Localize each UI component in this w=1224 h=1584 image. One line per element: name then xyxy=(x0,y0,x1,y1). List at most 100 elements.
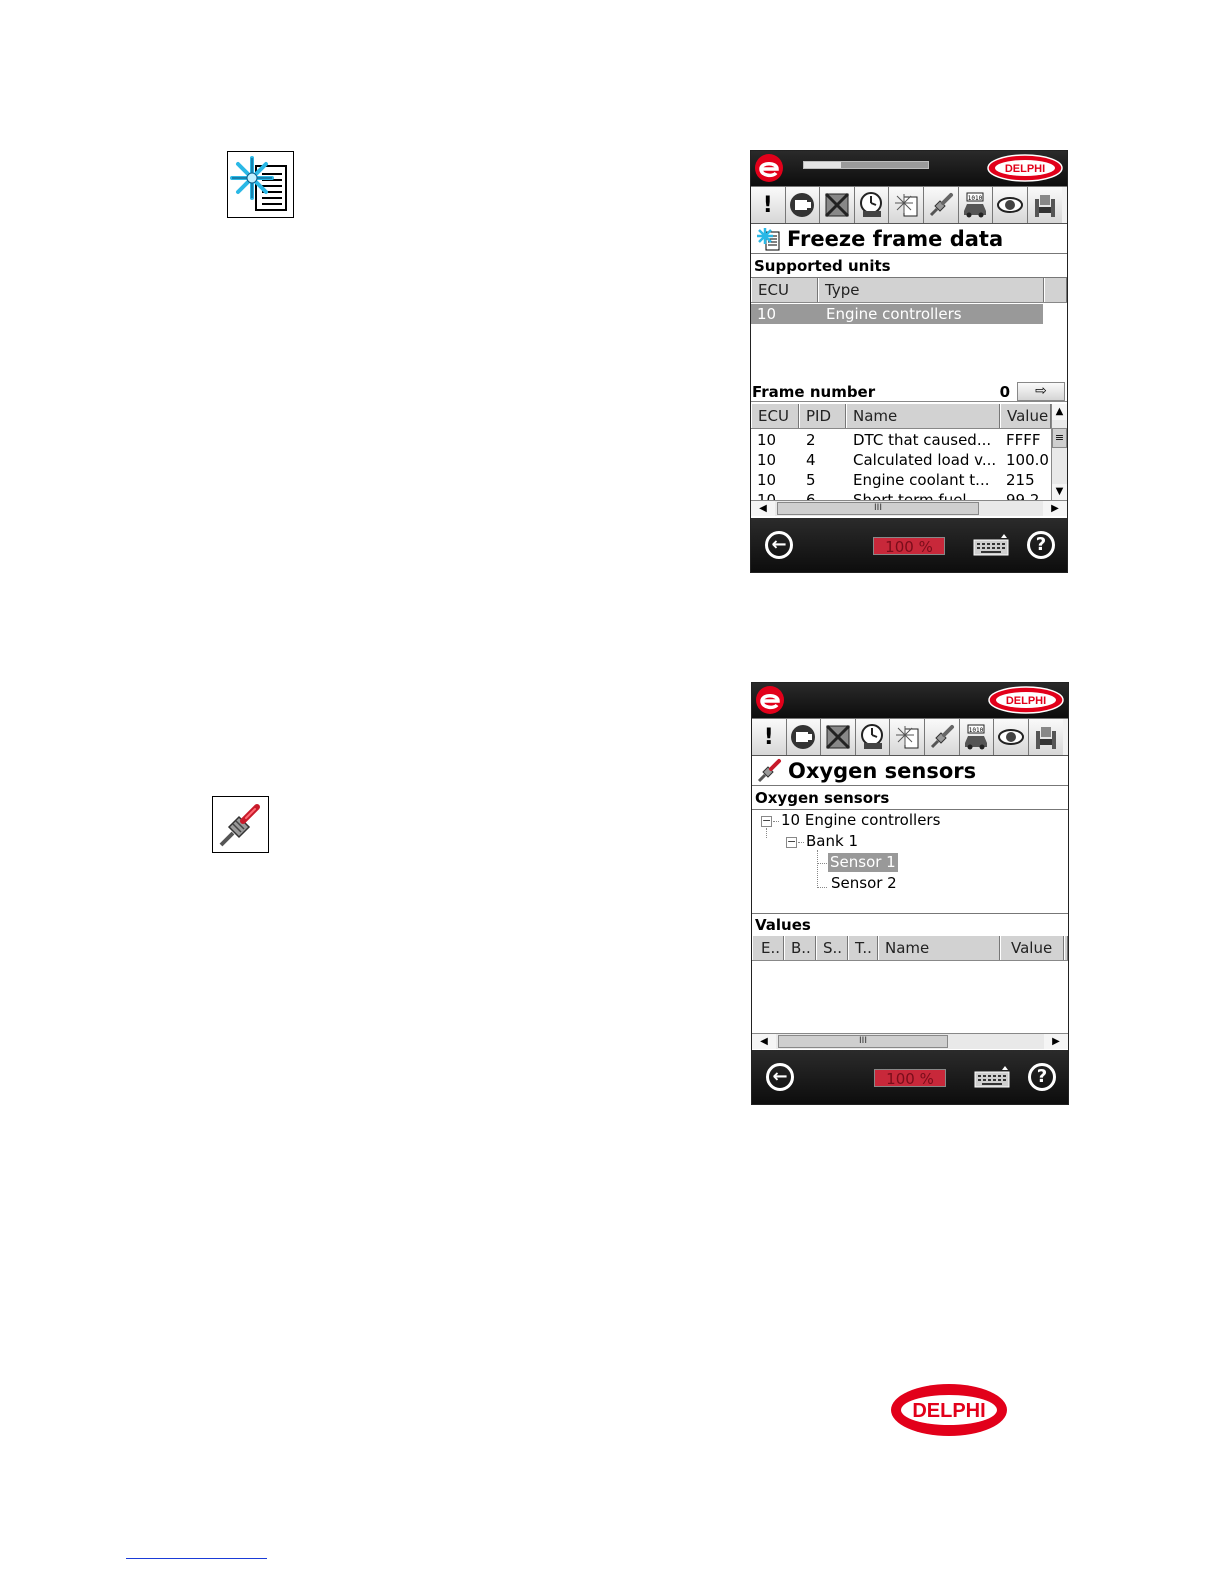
cell-name: Calculated load v... xyxy=(853,451,997,469)
col-test[interactable]: T.. xyxy=(848,936,878,960)
col-ecu[interactable]: ECU xyxy=(751,404,799,428)
car-data-icon: 1010 xyxy=(964,192,987,218)
table-row[interactable]: 10 Engine controllers xyxy=(751,304,1043,324)
cell-ecu: 10 xyxy=(757,451,777,469)
oxygen-sensor-large-icon xyxy=(212,796,269,853)
scroll-right-button[interactable]: ▶ xyxy=(1044,1034,1068,1049)
scroll-down-button[interactable]: ▼ xyxy=(1052,484,1067,500)
scroll-up-button[interactable]: ▲ xyxy=(1052,404,1067,420)
tree-connector xyxy=(798,842,804,843)
bottom-bar: ← 100 % ? xyxy=(752,1050,1068,1104)
scroll-thumb[interactable]: III xyxy=(777,502,979,515)
back-button[interactable]: ← xyxy=(766,1063,794,1091)
freeze-frame-button[interactable] xyxy=(890,719,925,755)
monitor-button[interactable] xyxy=(994,719,1029,755)
table-row[interactable]: 10 6 Short term fuel... 99.2 xyxy=(751,490,1051,500)
scroll-right-button[interactable]: ▶ xyxy=(1043,501,1067,516)
horizontal-scrollbar[interactable]: ◀ III ▶ xyxy=(752,1033,1068,1049)
cell-value: 215 xyxy=(1006,471,1035,489)
collapse-icon[interactable]: − xyxy=(761,815,772,827)
monitor-button[interactable] xyxy=(993,187,1028,223)
cell-pid: 4 xyxy=(806,451,816,469)
scroll-left-button[interactable]: ◀ xyxy=(752,1034,776,1049)
alert-button[interactable]: ! xyxy=(752,719,787,755)
footer-link-underline[interactable] xyxy=(126,1558,267,1559)
sensor-tree: − 10 Engine controllers − Bank 1 Sensor … xyxy=(752,810,1068,914)
tree-connector xyxy=(817,887,827,888)
connector-button[interactable] xyxy=(786,719,822,755)
connector-icon xyxy=(790,193,815,217)
vehicle-info-button[interactable] xyxy=(1027,187,1063,223)
progress-fill xyxy=(804,162,842,168)
top-bar: DELPHI xyxy=(752,683,1068,718)
oxygen-sensor-icon xyxy=(757,758,781,782)
clear-codes-button[interactable] xyxy=(820,187,855,223)
delphi-logo-icon: DELPHI xyxy=(987,154,1063,182)
tree-node-bank-1[interactable]: Bank 1 xyxy=(806,832,858,851)
tree-node-engine-controllers[interactable]: 10 Engine controllers xyxy=(781,811,940,830)
col-type[interactable]: Type xyxy=(818,278,1044,302)
col-sensor[interactable]: S.. xyxy=(816,936,848,960)
col-value[interactable]: Value xyxy=(1000,404,1051,428)
oxygen-sensors-screen: DELPHI ! 1010 Oxygen sensors Oxygen sens… xyxy=(751,682,1069,1105)
arrow-right-icon: ▶ xyxy=(1052,1036,1060,1047)
arrow-up-icon: ▲ xyxy=(1055,406,1064,417)
data-grid-body: 10 2 DTC that caused... FFFF 10 4 Calcul… xyxy=(751,429,1051,500)
oxygen-sensor-button[interactable] xyxy=(923,187,959,223)
vehicle-lift-icon xyxy=(1036,727,1057,749)
cell-type: Engine controllers xyxy=(826,305,962,323)
frame-number-value: 0 xyxy=(999,383,1010,401)
clock-button[interactable] xyxy=(854,187,890,223)
vehicle-info-button[interactable] xyxy=(1028,719,1064,755)
col-filler xyxy=(1044,278,1067,302)
freeze-frame-button[interactable] xyxy=(889,187,924,223)
alert-button[interactable]: ! xyxy=(751,187,786,223)
svg-text:DELPHI: DELPHI xyxy=(1006,695,1046,707)
col-value[interactable]: Value xyxy=(1000,936,1064,960)
svg-text:DELPHI: DELPHI xyxy=(1005,163,1045,175)
e-logo-icon xyxy=(756,686,784,714)
connector-button[interactable] xyxy=(785,187,821,223)
next-frame-button[interactable]: ⇨ xyxy=(1017,382,1065,401)
collapse-icon[interactable]: − xyxy=(786,836,797,848)
col-name[interactable]: Name xyxy=(878,936,1000,960)
col-pid[interactable]: PID xyxy=(799,404,846,428)
col-filler xyxy=(1064,936,1068,960)
vertical-scrollbar[interactable]: ▲ ≡ ▼ xyxy=(1051,404,1067,500)
frame-number-row: Frame number 0 ⇨ xyxy=(751,382,1067,402)
col-ecu[interactable]: E.. xyxy=(752,936,784,960)
oxygen-sensor-button[interactable] xyxy=(924,719,960,755)
scroll-thumb[interactable]: ≡ xyxy=(1052,428,1067,448)
col-ecu[interactable]: ECU xyxy=(751,278,818,302)
help-button[interactable]: ? xyxy=(1028,1063,1056,1091)
onboard-test-button[interactable]: 1010 xyxy=(959,719,995,755)
arrow-right-icon: ▶ xyxy=(1051,503,1059,514)
clock-button[interactable] xyxy=(855,719,891,755)
table-row[interactable]: 10 2 DTC that caused... FFFF xyxy=(751,430,1051,450)
back-button[interactable]: ← xyxy=(765,531,793,559)
keyboard-icon[interactable] xyxy=(974,1066,1010,1088)
keyboard-icon[interactable] xyxy=(973,534,1009,556)
tree-connector xyxy=(773,821,779,822)
scroll-left-button[interactable]: ◀ xyxy=(751,501,775,516)
tree-node-sensor-2[interactable]: Sensor 2 xyxy=(831,874,897,893)
table-row[interactable]: 10 5 Engine coolant t... 215 xyxy=(751,470,1051,490)
clear-codes-button[interactable] xyxy=(821,719,856,755)
table-row[interactable]: 10 4 Calculated load v... 100.0 xyxy=(751,450,1051,470)
svg-text:1010: 1010 xyxy=(968,195,983,202)
scroll-thumb[interactable]: III xyxy=(778,1035,948,1048)
cell-value: 99.2 xyxy=(1006,491,1040,500)
tree-node-sensor-1[interactable]: Sensor 1 xyxy=(828,853,898,872)
col-name[interactable]: Name xyxy=(846,404,1000,428)
help-button[interactable]: ? xyxy=(1027,531,1055,559)
col-bank[interactable]: B.. xyxy=(784,936,816,960)
eye-icon xyxy=(996,197,1023,213)
freeze-frame-icon xyxy=(896,726,919,749)
onboard-test-button[interactable]: 1010 xyxy=(958,187,994,223)
freeze-frame-large-icon xyxy=(227,151,294,218)
oxygen-sensor-icon xyxy=(929,193,953,217)
horizontal-scrollbar[interactable]: ◀ III ▶ xyxy=(751,500,1067,516)
grip-icon: ≡ xyxy=(1054,431,1065,444)
cell-value: FFFF xyxy=(1006,431,1041,449)
screen-title-bar: Oxygen sensors xyxy=(752,756,1068,786)
